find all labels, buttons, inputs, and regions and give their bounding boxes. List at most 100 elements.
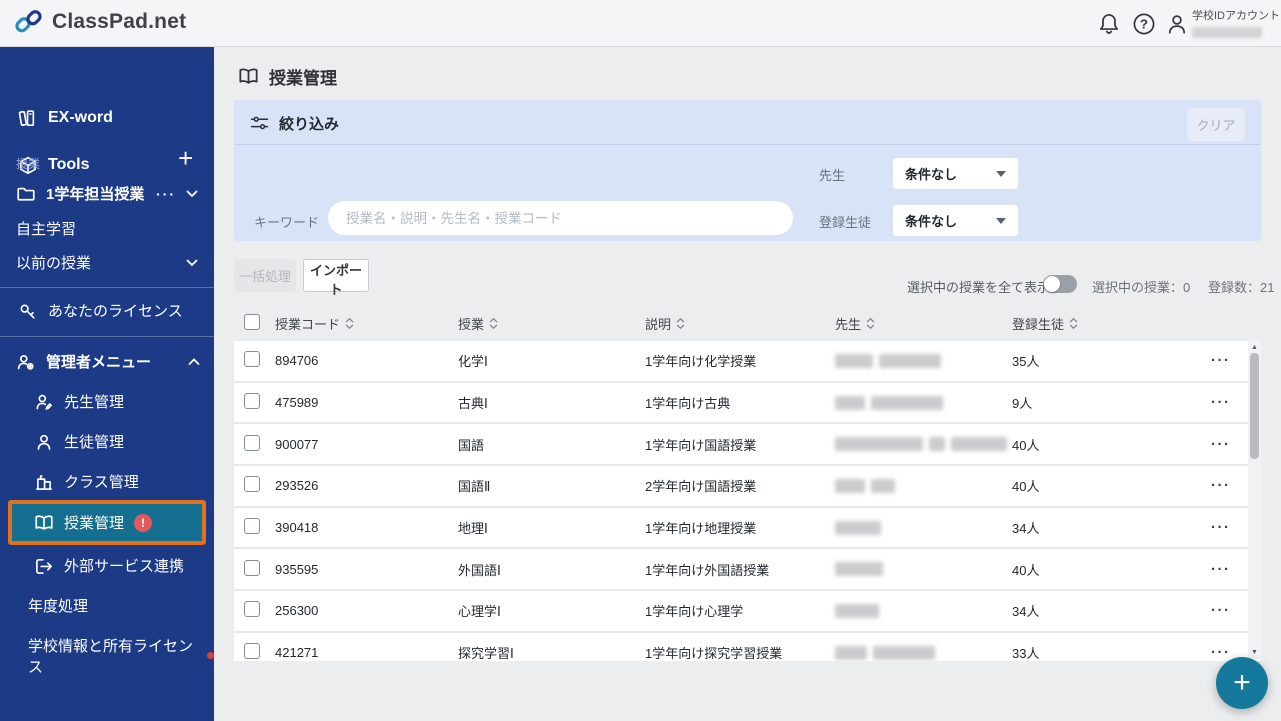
course-code: 894706 [275,353,319,369]
redaction-block [835,645,867,660]
sidebar-item-teacher-mgmt[interactable]: 先生管理 [34,391,124,412]
help-icon[interactable]: ? [1132,12,1156,36]
sidebar-item-ex-word[interactable]: EX-word [18,109,113,127]
table-row: 935595 外国語Ⅰ 1学年向け外国語授業 40人 ··· [234,549,1261,592]
sort-icon[interactable] [1069,317,1078,330]
row-checkbox[interactable] [244,601,260,618]
account-label: 学校IDアカウント [1192,10,1280,22]
sidebar-item-year-process[interactable]: 年度処理 [28,595,88,616]
teacher-filter-select[interactable]: 条件なし [892,157,1019,190]
account-info[interactable]: 学校IDアカウント [1192,7,1280,38]
course-description: 1学年向け心理学 [645,604,744,620]
row-menu-button[interactable]: ··· [1211,394,1231,411]
sort-icon[interactable] [866,317,875,330]
chevron-down-icon[interactable] [186,259,198,267]
row-checkbox[interactable] [244,476,260,493]
sidebar-item-label: 以前の授業 [16,255,92,272]
student-count: 9人 [1012,396,1033,412]
row-menu-button[interactable]: ··· [1211,436,1231,453]
scroll-up-arrow-icon[interactable]: ▲ [1248,344,1261,351]
sidebar-item-admin-menu[interactable]: 管理者メニュー [16,351,200,372]
row-menu-button[interactable]: ··· [1211,352,1231,369]
course-code: 293526 [275,478,319,494]
course-code: 390418 [275,520,319,536]
row-menu-button[interactable]: ··· [1211,477,1231,494]
open-book-icon [34,514,54,532]
course-description: 1学年向け古典 [645,396,731,412]
column-header-teacher[interactable]: 先生 [835,314,875,333]
course-name: 外国語Ⅰ [458,562,501,578]
row-checkbox[interactable] [244,393,260,410]
chevron-up-icon[interactable] [188,357,200,366]
course-name: 古典Ⅰ [458,396,488,412]
sidebar-item-external-service[interactable]: 外部サービス連携 [34,555,184,576]
sort-icon[interactable] [489,317,498,330]
course-description: 1学年向け国語授業 [645,437,757,453]
import-button[interactable]: インポート [303,259,369,297]
teacher-name-redacted [835,395,1012,410]
table-scrollbar[interactable]: ▲ ▼ [1248,341,1261,659]
row-menu-button[interactable]: ··· [1211,644,1231,661]
sidebar-item-label: 先生管理 [64,394,125,411]
filter-title: 絞り込み [279,116,340,133]
row-checkbox[interactable] [244,434,260,451]
redaction-block [835,353,873,368]
sidebar-item-course-mgmt-selected[interactable]: 授業管理 ! [8,500,206,545]
scrollbar-thumb[interactable] [1250,353,1259,459]
course-name: 国語Ⅱ [458,479,491,495]
sidebar-item-label: 学校情報と所有ライセンス [28,638,194,676]
redaction-block [951,437,1007,452]
sidebar-item-label: 外部サービス連携 [64,558,185,575]
row-checkbox[interactable] [244,559,260,576]
selected-count-text: 選択中の授業：0 [1092,280,1191,295]
keyword-input[interactable] [328,201,793,235]
toggle-knob [1044,276,1060,292]
sort-icon[interactable] [676,317,685,330]
bell-icon[interactable] [1097,12,1121,36]
show-selected-toggle[interactable] [1043,275,1077,293]
sidebar-item-previous-courses[interactable]: 以前の授業 [16,252,198,273]
column-header-students[interactable]: 登録生徒 [1012,314,1209,333]
row-menu-button[interactable]: ··· [1211,519,1231,536]
scroll-down-arrow-icon[interactable]: ▼ [1248,649,1261,656]
clear-button[interactable]: クリア [1187,108,1245,141]
table-row: 256300 心理学Ⅰ 1学年向け心理学 34人 ··· [234,591,1261,633]
add-course-button[interactable]: + [178,145,193,171]
row-checkbox[interactable] [244,351,260,368]
sidebar-item-label: 授業管理 [64,515,125,532]
column-header-description[interactable]: 説明 [645,314,835,333]
row-checkbox[interactable] [244,518,260,535]
show-selected-toggle-label: 選択中の授業を全て表示 [907,280,1051,295]
folder-menu-icon[interactable]: ··· [156,186,176,202]
students-filter-select[interactable]: 条件なし [892,204,1019,237]
course-code: 475989 [275,395,319,411]
user-icon[interactable] [1165,12,1189,36]
sidebar-item-self-study[interactable]: 自主学習 [16,218,76,239]
sidebar-item-student-mgmt[interactable]: 生徒管理 [34,431,124,452]
row-checkbox[interactable] [244,643,260,660]
sidebar-item-school-info[interactable]: 学校情報と所有ライセンス [28,635,214,677]
select-all-checkbox[interactable] [244,313,260,330]
chain-link-icon [14,9,44,35]
teacher-name-redacted [835,353,1012,368]
add-course-fab[interactable]: + [1216,657,1268,709]
sidebar-item-course-folder[interactable]: 1学年担当授業 ··· [16,183,198,204]
chevron-down-icon[interactable] [186,190,198,198]
sidebar-item-your-license[interactable]: あなたのライセンス [18,300,183,321]
row-menu-button[interactable]: ··· [1211,561,1231,578]
bulk-action-button[interactable]: 一括処理 [234,259,296,292]
classpad-logo[interactable]: ClassPad.net [14,9,186,35]
row-menu-button[interactable]: ··· [1211,602,1231,619]
column-header-course-name[interactable]: 授業 [458,314,645,333]
students-filter-label: 登録生徒 [819,215,872,230]
sort-icon[interactable] [345,317,354,330]
admin-user-gear-icon [16,353,36,371]
column-header-course-code[interactable]: 授業コード [275,314,458,333]
filter-divider [234,144,1261,145]
table-header: 授業コード 授業 説明 先生 登録生徒 [234,305,1261,341]
sidebar-divider [0,287,214,288]
sidebar-item-class-mgmt[interactable]: クラス管理 [34,471,139,492]
sidebar-item-label: 管理者メニュー [46,354,152,371]
teacher-name-redacted [835,562,1012,577]
student-count: 40人 [1012,562,1040,578]
